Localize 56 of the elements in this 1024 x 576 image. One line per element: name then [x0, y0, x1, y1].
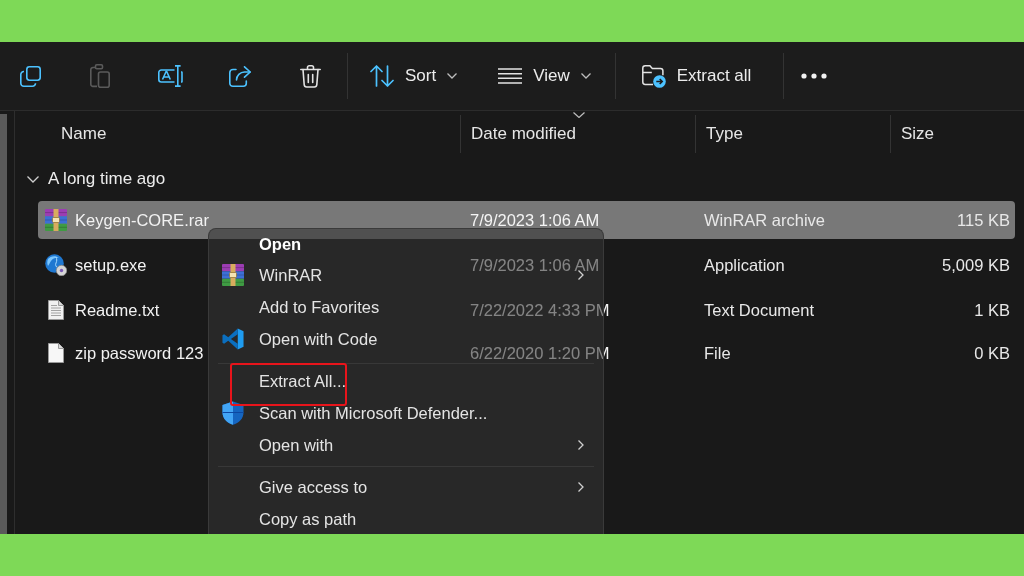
- list-view-icon: [498, 68, 523, 84]
- chevron-down-icon: [447, 73, 458, 79]
- code-editor-icon: [222, 328, 244, 350]
- blank-file-icon: [48, 343, 64, 363]
- file-type: File: [704, 343, 731, 362]
- date-modified: 7/22/2022 4:33 PM: [470, 300, 610, 319]
- selected-file-row[interactable]: Keygen-CORE.rar 7/9/2023 1:06 AM WinRAR archive 115 KB: [38, 201, 1015, 239]
- extract-folder-icon: [641, 64, 666, 88]
- menu-item[interactable]: Open with: [212, 429, 342, 461]
- sort-chevron-icon: [573, 112, 585, 118]
- file-type: Text Document: [704, 300, 815, 319]
- column-header[interactable]: Date modified: [460, 115, 695, 153]
- books-icon: [222, 264, 244, 286]
- column-header[interactable]: Size: [890, 115, 1024, 153]
- more-icon: [801, 73, 828, 79]
- menu-item[interactable]: WinRAR: [212, 259, 331, 291]
- trash-icon: [299, 64, 321, 88]
- menu-item[interactable]: Give access to: [212, 471, 376, 503]
- column-header[interactable]: Type: [695, 115, 890, 153]
- share-icon: [229, 65, 251, 87]
- file-size: 5,009 KB: [942, 255, 1010, 274]
- file-size: 0 KB: [974, 343, 1010, 362]
- menu-item[interactable]: Open with Code: [212, 323, 386, 355]
- date-modified: 6/22/2020 1:20 PM: [470, 343, 610, 362]
- file-size: 115 KB: [957, 210, 1010, 229]
- globe-icon: [45, 254, 67, 276]
- books-icon: [45, 209, 67, 231]
- chevron-right-icon: [578, 270, 584, 280]
- menu-item[interactable]: Copy as path: [212, 503, 365, 534]
- file-size: 1 KB: [974, 300, 1010, 319]
- menu-item[interactable]: Scan with Microsoft Defender...: [212, 397, 496, 429]
- date-modified: 7/9/2023 1:06 AM: [470, 210, 600, 229]
- sort-button[interactable]: Sort: [360, 54, 468, 98]
- copy-icon: [19, 65, 41, 87]
- file-name[interactable]: setup.exe: [75, 255, 147, 275]
- chevron-right-icon: [578, 482, 584, 492]
- file-name[interactable]: zip password 123: [75, 343, 204, 363]
- pane-scrollbar[interactable]: [0, 114, 7, 534]
- clipboard-icon: [90, 64, 110, 88]
- shield-icon: [222, 401, 244, 425]
- column-header[interactable]: Name: [15, 115, 460, 153]
- file-name[interactable]: Readme.txt: [75, 300, 160, 320]
- text-file-icon: [48, 300, 64, 320]
- rename-icon: [157, 65, 183, 87]
- file-name[interactable]: Keygen-CORE.rar: [75, 210, 209, 230]
- view-button[interactable]: View: [488, 54, 601, 98]
- extract-all-button[interactable]: Extract all: [631, 54, 762, 98]
- chevron-right-icon: [578, 440, 584, 450]
- chevron-down-icon: [580, 73, 591, 79]
- file-type: Application: [704, 255, 785, 274]
- menu-item[interactable]: Add to Favorites: [212, 291, 388, 323]
- menu-item[interactable]: Extract All...: [212, 365, 355, 397]
- sort-icon: [370, 65, 394, 87]
- group-header[interactable]: A long time ago: [15, 157, 172, 201]
- date-modified: 7/9/2023 1:06 AM: [470, 255, 600, 274]
- file-type: WinRAR archive: [704, 210, 826, 229]
